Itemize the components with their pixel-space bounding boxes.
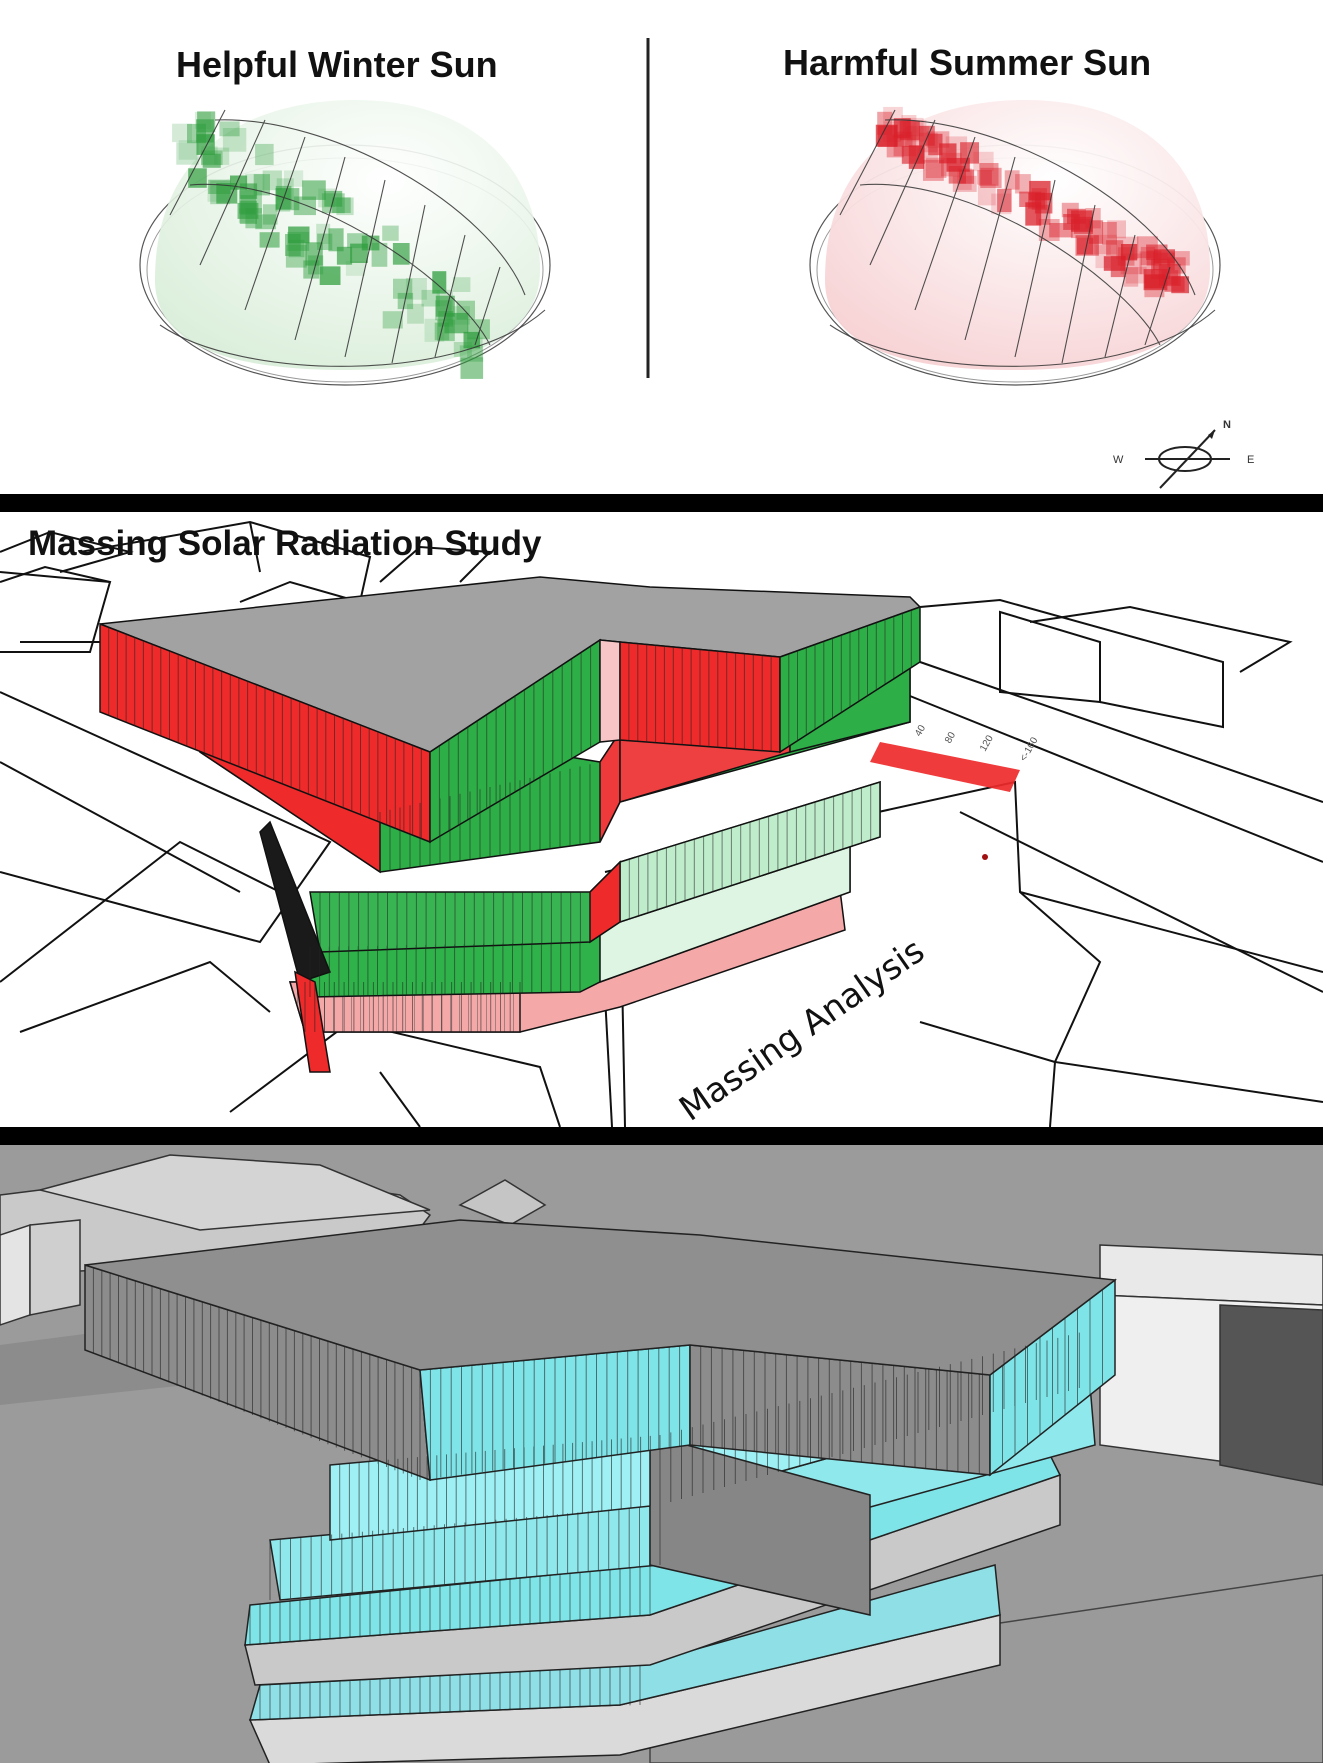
radiation-cell xyxy=(285,234,301,256)
summer-sun-dome xyxy=(809,100,1221,386)
radiation-cell xyxy=(997,188,1012,213)
compass-east-label: E xyxy=(1247,454,1254,466)
radiation-cell xyxy=(1073,216,1093,234)
radiation-cell xyxy=(977,170,992,185)
radiation-cell xyxy=(877,111,893,135)
radiation-cell xyxy=(452,277,471,292)
radiation-cell xyxy=(1049,223,1073,238)
radiation-cell xyxy=(219,121,240,137)
building-render xyxy=(0,1145,1323,1763)
radiation-cell xyxy=(1015,174,1031,194)
massing-model: 40 80 120 <-160 Massing Analysis xyxy=(0,520,1323,1127)
radiation-cell xyxy=(347,233,368,249)
radiation-cell xyxy=(939,143,957,164)
radiation-cell xyxy=(392,243,410,265)
winter-sun-dome xyxy=(139,100,551,386)
radiation-cell xyxy=(463,331,480,349)
building-render-panel xyxy=(0,1145,1323,1763)
scale-tick: 80 xyxy=(943,730,958,746)
scale-tick: 120 xyxy=(978,733,996,753)
title-divider xyxy=(646,38,650,378)
radiation-cell xyxy=(178,140,198,160)
radiation-cell xyxy=(262,170,282,191)
radiation-cell xyxy=(407,303,424,324)
section-separator xyxy=(0,1127,1323,1145)
section-separator xyxy=(0,494,1323,512)
compass-north-label: N xyxy=(1223,419,1231,431)
scale-tick: 40 xyxy=(913,723,928,739)
radiation-cell xyxy=(237,202,259,219)
radiation-cell xyxy=(382,225,399,241)
massing-study-panel: Massing Solar Radiation Study 40 80 120 … xyxy=(0,512,1323,1127)
radiation-cell xyxy=(201,150,223,166)
radiation-cell xyxy=(255,143,274,166)
radiation-cell xyxy=(316,223,331,244)
radiation-cell xyxy=(332,197,351,213)
radiation-cell xyxy=(293,196,316,216)
compass-west-label: W xyxy=(1113,454,1124,466)
summer-sun-title: Harmful Summer Sun xyxy=(783,42,1152,83)
radiation-cell xyxy=(284,170,304,187)
sun-study-panel: Helpful Winter Sun Harmful Summer Sun N … xyxy=(0,0,1323,494)
scale-tick: <-160 xyxy=(1018,735,1041,763)
radiation-cell xyxy=(1102,222,1117,245)
compass-icon: N W E xyxy=(1113,419,1254,489)
radiation-cell xyxy=(345,260,365,276)
radiation-cell xyxy=(1123,267,1139,287)
winter-sun-title: Helpful Winter Sun xyxy=(176,44,498,85)
